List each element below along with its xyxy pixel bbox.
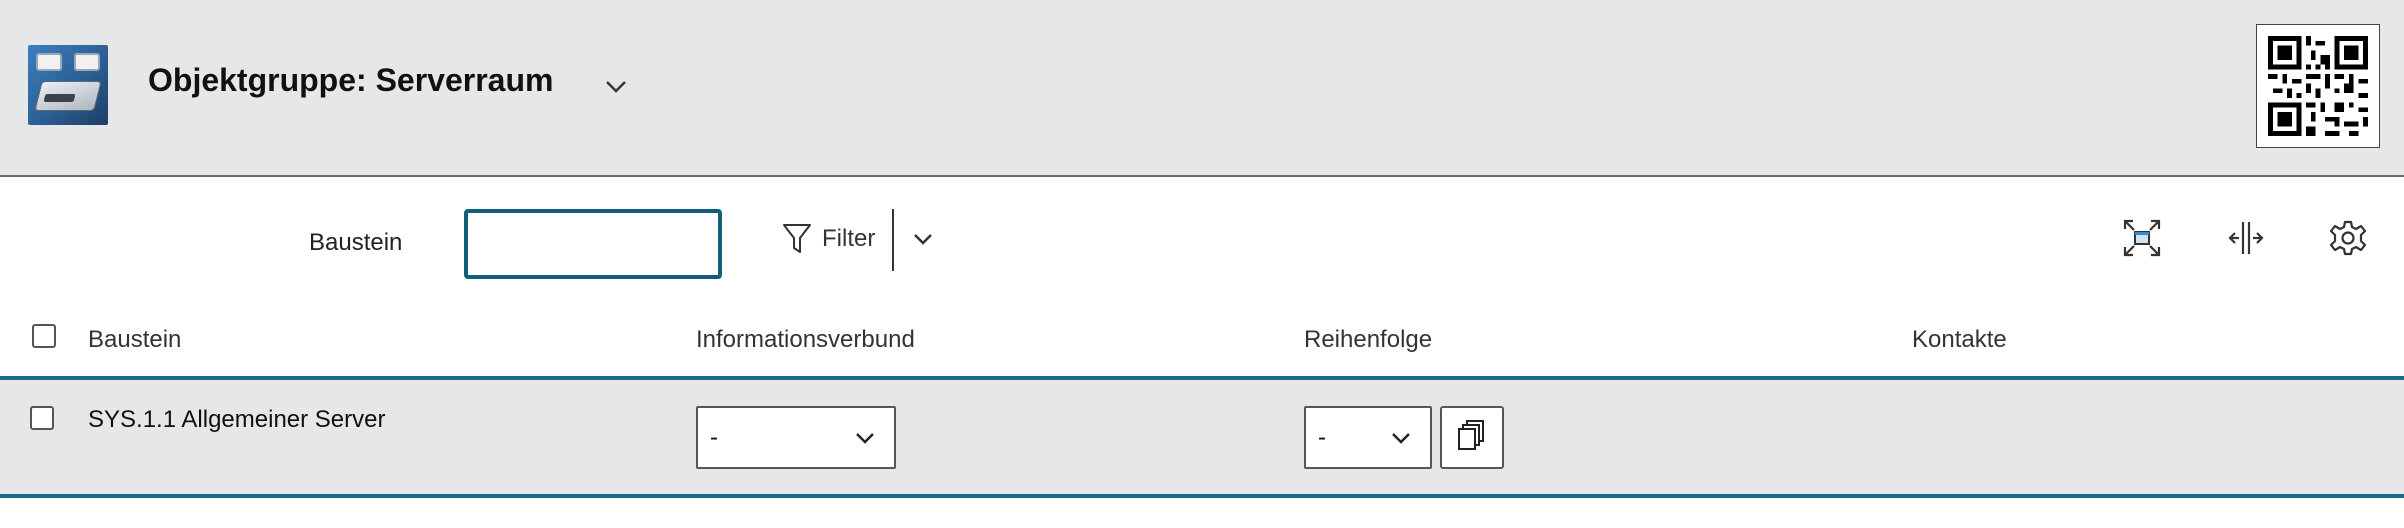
reihenfolge-value: - bbox=[1318, 424, 1326, 451]
funnel-icon bbox=[783, 224, 811, 253]
fullscreen-icon[interactable] bbox=[2122, 218, 2162, 258]
page-header: Objektgruppe: Serverraum bbox=[0, 0, 2404, 177]
filter-label: Filter bbox=[822, 225, 876, 252]
chevron-down-icon bbox=[856, 433, 874, 444]
page-title: Objektgruppe: Serverraum bbox=[148, 62, 554, 98]
baustein-cell[interactable]: SYS.1.1 Allgemeiner Server bbox=[88, 406, 385, 434]
filter-button[interactable]: Filter bbox=[782, 218, 875, 260]
table-row-divider bbox=[0, 494, 2404, 498]
search-label: Baustein bbox=[309, 229, 403, 256]
select-all-checkbox[interactable] bbox=[32, 324, 56, 348]
column-header-reihenfolge[interactable]: Reihenfolge bbox=[1304, 326, 1432, 354]
column-header-informationsverbund[interactable]: Informationsverbund bbox=[696, 326, 915, 354]
filter-divider bbox=[892, 209, 894, 271]
informationsverbund-select[interactable]: - bbox=[696, 406, 896, 469]
column-header-baustein[interactable]: Baustein bbox=[88, 326, 181, 354]
search-input[interactable] bbox=[464, 209, 722, 279]
chevron-down-icon[interactable] bbox=[908, 224, 938, 254]
qr-code-icon bbox=[2256, 24, 2380, 148]
resize-columns-icon[interactable] bbox=[2226, 218, 2266, 258]
row-checkbox[interactable] bbox=[30, 406, 54, 430]
chevron-down-icon bbox=[1392, 433, 1410, 444]
settings-gear-icon[interactable] bbox=[2328, 218, 2368, 258]
chevron-down-icon[interactable] bbox=[600, 70, 632, 102]
column-header-kontakte[interactable]: Kontakte bbox=[1912, 326, 2007, 354]
reihenfolge-select[interactable]: - bbox=[1304, 406, 1432, 469]
copy-button[interactable] bbox=[1440, 406, 1504, 469]
copy-icon bbox=[1458, 420, 1484, 450]
server-room-icon bbox=[28, 45, 108, 125]
table-row bbox=[0, 380, 2404, 494]
informationsverbund-value: - bbox=[710, 424, 718, 451]
